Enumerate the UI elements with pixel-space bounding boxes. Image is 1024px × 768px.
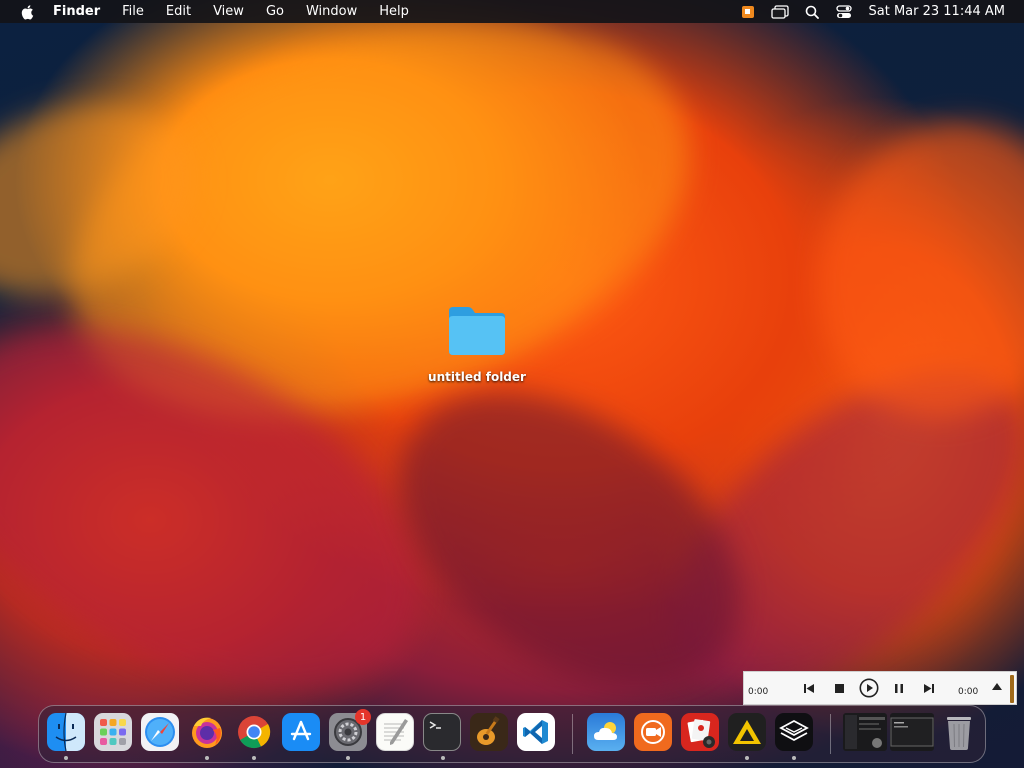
app-store-icon[interactable]: [282, 713, 320, 751]
menu-help[interactable]: Help: [379, 4, 409, 19]
textedit-icon[interactable]: [376, 713, 414, 751]
finder-icon[interactable]: [47, 713, 85, 751]
menu-view[interactable]: View: [213, 4, 244, 19]
terminal-icon[interactable]: [423, 713, 461, 751]
volume-level-bar[interactable]: [1010, 675, 1014, 703]
menu-window[interactable]: Window: [306, 4, 357, 19]
vscode-icon[interactable]: [517, 713, 555, 751]
chrome-icon[interactable]: [235, 713, 273, 751]
notification-badge: 1: [355, 709, 371, 725]
control-center-icon[interactable]: [835, 4, 853, 20]
player-elapsed-time: 0:00: [748, 687, 769, 697]
menu-app-name[interactable]: Finder: [53, 4, 100, 19]
garageband-icon[interactable]: [470, 713, 508, 751]
stop-button[interactable]: [824, 671, 854, 705]
window-switcher-icon[interactable]: [770, 4, 789, 20]
apple-logo-icon[interactable]: [19, 4, 35, 20]
desktop-wallpaper: [0, 0, 1024, 768]
menu-clock[interactable]: Sat Mar 23 11:44 AM: [869, 4, 1006, 19]
pause-button[interactable]: [884, 671, 914, 705]
media-player-icon[interactable]: [739, 4, 757, 20]
layers-app-icon[interactable]: [775, 713, 813, 751]
media-player-widget: 0:00 0:00: [743, 671, 1017, 705]
next-track-button[interactable]: [914, 671, 944, 705]
triangle-app-icon[interactable]: [728, 713, 766, 751]
launchpad-icon[interactable]: [94, 713, 132, 751]
play-button[interactable]: [854, 671, 884, 705]
menu-file[interactable]: File: [122, 4, 144, 19]
weather-icon[interactable]: [587, 713, 625, 751]
trash-icon[interactable]: [940, 713, 978, 751]
minimized-terminal-window-icon[interactable]: [890, 713, 934, 751]
player-remaining-time: 0:00: [958, 687, 979, 697]
photo-booth-icon[interactable]: [681, 713, 719, 751]
previous-track-button[interactable]: [794, 671, 824, 705]
menu-bar: Finder File Edit View Go Window Help Sat…: [0, 0, 1024, 23]
expand-arrow-icon[interactable]: [992, 683, 1003, 693]
dock: 1: [38, 705, 986, 763]
safari-icon[interactable]: [141, 713, 179, 751]
desktop-folder[interactable]: untitled folder: [424, 304, 530, 384]
spotlight-search-icon[interactable]: [803, 4, 821, 20]
folder-label: untitled folder: [428, 370, 526, 384]
menu-go[interactable]: Go: [266, 4, 284, 19]
folder-icon[interactable]: [446, 304, 508, 356]
firefox-icon[interactable]: [188, 713, 226, 751]
minimized-window-icon[interactable]: [843, 713, 887, 751]
menu-edit[interactable]: Edit: [166, 4, 191, 19]
screen-recorder-icon[interactable]: [634, 713, 672, 751]
